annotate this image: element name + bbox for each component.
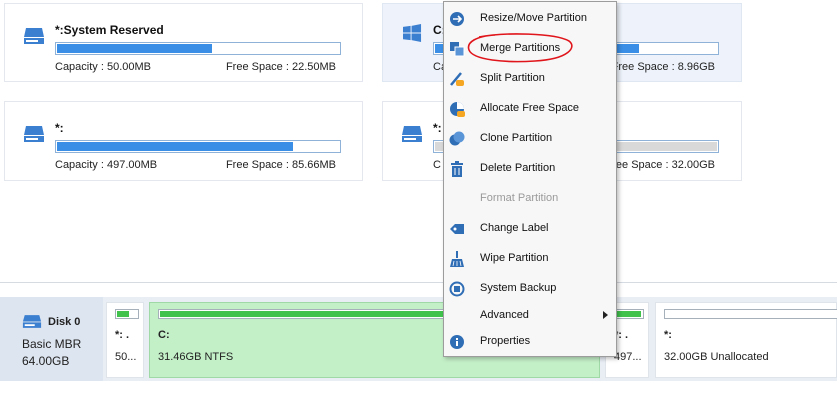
divider: [0, 282, 837, 283]
partition-title: *:: [55, 121, 64, 135]
partition-desc: 32.00GB Unallocated: [664, 351, 769, 363]
free-space-text: Free Space : 85.66MB: [225, 159, 336, 171]
partition-card-recovery[interactable]: *: Capacity : 497.00MB Free Space : 85.6…: [4, 101, 363, 181]
partition-bar-fill: [117, 311, 129, 317]
partition-bar: [115, 309, 139, 319]
menu-item-label: Advanced: [480, 309, 529, 321]
capacity-text: C: [433, 159, 441, 171]
submenu-arrow-icon: [603, 311, 608, 319]
annotation-circle: [467, 33, 573, 63]
menu-item-label: System Backup: [480, 282, 557, 294]
menu-item-label: Wipe Partition: [480, 252, 549, 264]
delete-icon: [451, 161, 463, 177]
partition-bar: [664, 309, 837, 319]
resize-icon: [450, 12, 464, 26]
capacity-text: Capacity : 497.00MB: [55, 159, 158, 171]
free-space-text: Free Space : 22.50MB: [225, 61, 336, 73]
partition-desc: 50...: [115, 351, 137, 363]
menu-item-label: Format Partition: [480, 192, 559, 204]
disk-type: Basic MBR: [22, 337, 82, 351]
menu-item-label: Properties: [480, 335, 531, 347]
disk-partition-unallocated[interactable]: *: 32.00GB Unallocated: [655, 302, 837, 378]
menu-item-label: Change Label: [480, 222, 549, 234]
menu-item-resize-move[interactable]: Resize/Move Partition: [444, 6, 616, 32]
disk-map: Disk 0 Basic MBR 64.00GB *: . 50... C: 3…: [0, 297, 837, 381]
clone-icon: [449, 131, 465, 146]
partition-bar: [614, 309, 644, 319]
partition-desc: 497...: [614, 351, 642, 363]
menu-item-properties[interactable]: Properties: [444, 329, 616, 355]
info-icon: [450, 335, 464, 349]
partition-title: *:: [433, 121, 442, 135]
disk-size: 64.00GB: [22, 354, 70, 368]
allocate-icon: [450, 102, 465, 117]
merge-icon: [450, 42, 465, 57]
menu-item-label: Split Partition: [480, 72, 545, 84]
label-tag-icon: [450, 224, 464, 234]
menu-item-allocate[interactable]: Allocate Free Space: [444, 96, 616, 122]
partition-label: C:: [158, 329, 170, 341]
usage-bar-fill: [57, 44, 212, 53]
usage-bar: [55, 42, 341, 55]
menu-item-advanced[interactable]: Advanced: [444, 303, 616, 329]
backup-icon: [449, 281, 465, 297]
partition-bar-fill: [616, 311, 641, 317]
menu-item-format[interactable]: Format Partition: [444, 186, 616, 212]
usage-bar-fill: [57, 142, 293, 151]
disk-name: Disk 0: [48, 316, 81, 328]
menu-item-system-backup[interactable]: System Backup: [444, 276, 616, 302]
wipe-icon: [450, 251, 464, 267]
partition-desc: 31.46GB NTFS: [158, 351, 234, 363]
free-space-text: Free Space : 8.96GB: [611, 61, 715, 73]
partition-card-system-reserved[interactable]: *:System Reserved Capacity : 50.00MB Fre…: [4, 3, 363, 82]
partition-label: *: .: [115, 329, 130, 341]
disk-partition-system-reserved[interactable]: *: . 50...: [106, 302, 144, 378]
menu-item-label: Resize/Move Partition: [480, 12, 587, 24]
drive-icon: [402, 126, 422, 142]
menu-item-label: Delete Partition: [480, 162, 556, 174]
menu-item-label: Clone Partition: [480, 132, 553, 144]
disk-icon: [22, 315, 42, 328]
drive-icon: [24, 28, 44, 44]
split-icon: [450, 72, 464, 86]
menu-item-wipe[interactable]: Wipe Partition: [444, 246, 616, 272]
free-space-text: Free Space : 32.00GB: [605, 159, 715, 171]
partition-label: *:: [664, 329, 672, 341]
capacity-text: Capacity : 50.00MB: [55, 61, 151, 73]
usage-bar: [55, 140, 341, 153]
menu-item-change-label[interactable]: Change Label: [444, 216, 616, 242]
menu-item-clone[interactable]: Clone Partition: [444, 126, 616, 152]
windows-icon: [403, 24, 422, 43]
partition-title: *:System Reserved: [55, 23, 164, 37]
disk-info[interactable]: Disk 0 Basic MBR 64.00GB: [0, 297, 103, 381]
menu-item-label: Allocate Free Space: [480, 102, 580, 114]
menu-item-split[interactable]: Split Partition: [444, 66, 616, 92]
menu-item-delete[interactable]: Delete Partition: [444, 156, 616, 182]
drive-icon: [24, 126, 44, 142]
